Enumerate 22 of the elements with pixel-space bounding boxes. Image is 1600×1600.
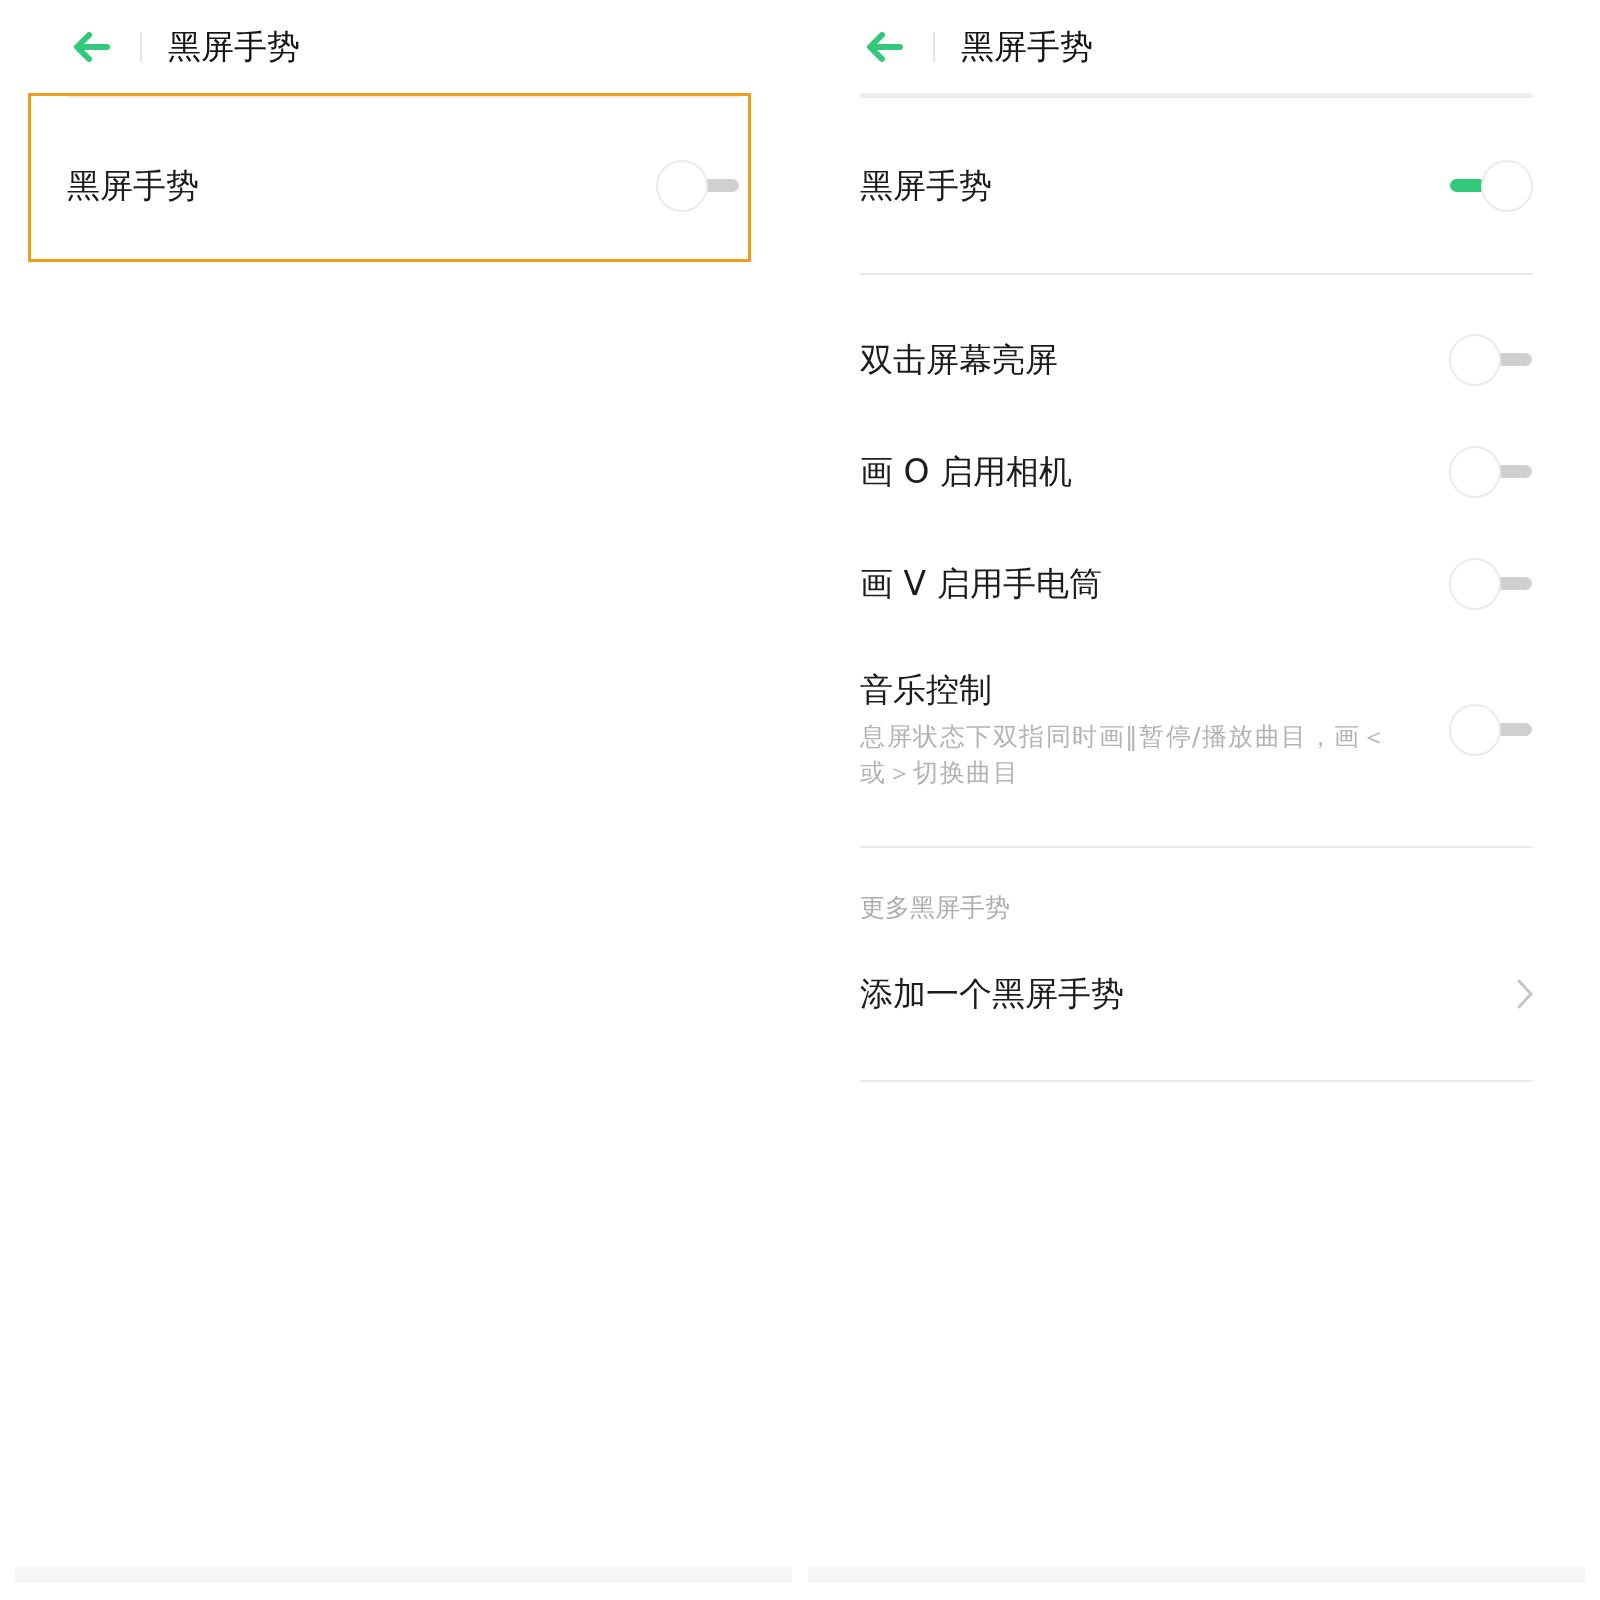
setting-label: 黑屏手势	[67, 164, 199, 207]
setting-label: 双击屏幕亮屏	[860, 339, 1058, 381]
page-title: 黑屏手势	[961, 25, 1093, 68]
page-title: 黑屏手势	[168, 25, 300, 68]
arrow-left-icon	[72, 30, 110, 63]
toggle-switch[interactable]	[1449, 159, 1533, 212]
toggle-switch[interactable]	[1449, 703, 1533, 756]
section-heading: 更多黑屏手势	[860, 892, 1010, 924]
toggle-switch[interactable]	[1449, 334, 1533, 386]
list-item[interactable]: 添加一个黑屏手势	[860, 938, 1533, 1050]
toggle-switch[interactable]	[656, 159, 740, 212]
setting-label: 画 O 启用相机	[860, 451, 1072, 493]
setting-description: 息屏状态下双指同时画‖暂停/播放曲目，画＜或＞切换曲目	[860, 721, 1389, 789]
setting-label: 音乐控制	[860, 669, 992, 711]
chevron-right-icon	[1517, 979, 1533, 1009]
back-button[interactable]	[72, 30, 110, 63]
toggle-switch[interactable]	[1449, 446, 1533, 498]
setting-label: 黑屏手势	[860, 164, 992, 207]
back-button[interactable]	[865, 30, 903, 63]
toggle-switch[interactable]	[1449, 558, 1533, 610]
arrow-left-icon	[865, 30, 903, 63]
setting-label: 画 V 启用手电筒	[860, 563, 1102, 605]
